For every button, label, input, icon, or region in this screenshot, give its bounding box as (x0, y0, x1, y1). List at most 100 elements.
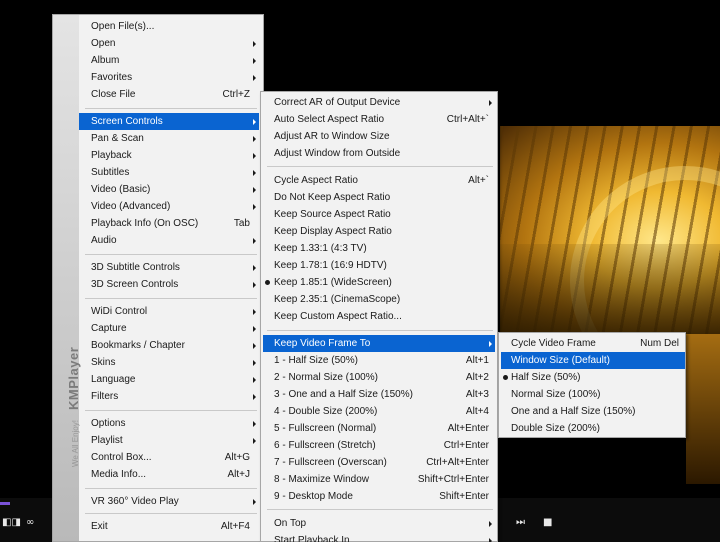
menu-item-playback-info-on-osc[interactable]: Playback Info (On OSC) Tab (79, 215, 259, 232)
menu-item-normal-size-100[interactable]: Normal Size (100%) (501, 386, 685, 403)
menu-item-6-fullscreen-stretch[interactable]: 6 - Fullscreen (Stretch) Ctrl+Enter (263, 437, 495, 454)
menu-item-3d-screen-controls[interactable]: 3D Screen Controls (79, 276, 259, 293)
menu-item-vr-360-video-play[interactable]: VR 360° Video Play (79, 493, 259, 510)
menu-item-close-file[interactable]: Close File Ctrl+Z (79, 86, 259, 103)
menu-item-shortcut: Alt+3 (465, 389, 489, 400)
menu-item-media-info[interactable]: Media Info... Alt+J (79, 466, 259, 483)
menu-item-open[interactable]: Open (79, 35, 259, 52)
menu-item-window-size-default[interactable]: Window Size (Default) (501, 352, 685, 369)
menu-item-label: 7 - Fullscreen (Overscan) (274, 457, 387, 468)
menu-item-subtitles[interactable]: Subtitles (79, 164, 259, 181)
menu-item-control-box[interactable]: Control Box... Alt+G (79, 449, 259, 466)
menu-item-shortcut: Alt+4 (465, 406, 489, 417)
menu-item-label: Open (91, 38, 116, 49)
submenu-arrow-icon (253, 119, 256, 125)
menu-item-keep-custom-aspect-ratio[interactable]: Keep Custom Aspect Ratio... (263, 308, 495, 325)
menu-item-5-fullscreen-normal[interactable]: 5 - Fullscreen (Normal) Alt+Enter (263, 420, 495, 437)
menu-item-exit[interactable]: Exit Alt+F4 (79, 518, 259, 535)
menu-item-8-maximize-window[interactable]: 8 - Maximize Window Shift+Ctrl+Enter (263, 471, 495, 488)
menu-item-video-basic[interactable]: Video (Basic) (79, 181, 259, 198)
menu-item-keep-2-35-1-cinemascope[interactable]: Keep 2.35:1 (CinemaScope) (263, 291, 495, 308)
stereo-mode-icon[interactable]: ◧◨ (2, 517, 21, 529)
radio-bullet-icon (503, 375, 508, 380)
menu-item-label: Control Box... (91, 452, 152, 463)
menu-item-label: 3D Subtitle Controls (91, 262, 180, 273)
menu-item-keep-video-frame-to[interactable]: Keep Video Frame To (263, 335, 495, 352)
menu-item-keep-1-33-1-4-3-tv[interactable]: Keep 1.33:1 (4:3 TV) (263, 240, 495, 257)
menu-item-keep-1-78-1-16-9-hdtv[interactable]: Keep 1.78:1 (16:9 HDTV) (263, 257, 495, 274)
menu-item-playback[interactable]: Playback (79, 147, 259, 164)
screen-controls-submenu: Correct AR of Output Device Auto Select A… (260, 91, 498, 542)
menu-item-video-advanced[interactable]: Video (Advanced) (79, 198, 259, 215)
menu-item-screen-controls[interactable]: Screen Controls (79, 113, 259, 130)
menu-item-cycle-video-frame[interactable]: Cycle Video Frame Num Del (501, 335, 685, 352)
menu-item-1-half-size-50[interactable]: 1 - Half Size (50%) Alt+1 (263, 352, 495, 369)
menu-item-adjust-window-from-outside[interactable]: Adjust Window from Outside (263, 145, 495, 162)
menu-item-open-file-s[interactable]: Open File(s)... (79, 18, 259, 35)
menu-item-label: Favorites (91, 72, 133, 83)
menu-item-audio[interactable]: Audio (79, 232, 259, 249)
menu-item-correct-ar-of-output-device[interactable]: Correct AR of Output Device (263, 94, 495, 111)
menu-item-half-size-50[interactable]: Half Size (50%) (501, 369, 685, 386)
menu-item-playlist[interactable]: Playlist (79, 432, 259, 449)
menu-item-shortcut: Alt+F4 (220, 521, 250, 532)
submenu-arrow-icon (253, 394, 256, 400)
menu-item-options[interactable]: Options (79, 415, 259, 432)
menu-item-album[interactable]: Album (79, 52, 259, 69)
menu-item-2-normal-size-100[interactable]: 2 - Normal Size (100%) Alt+2 (263, 369, 495, 386)
submenu-arrow-icon (489, 521, 492, 527)
menu-item-keep-source-aspect-ratio[interactable]: Keep Source Aspect Ratio (263, 206, 495, 223)
menu-item-auto-select-aspect-ratio[interactable]: Auto Select Aspect Ratio Ctrl+Alt+` (263, 111, 495, 128)
menu-item-label: Adjust Window from Outside (274, 148, 401, 159)
menu-separator (267, 166, 493, 167)
submenu-arrow-icon (253, 238, 256, 244)
menu-item-label: Bookmarks / Chapter (91, 340, 185, 351)
menu-item-skins[interactable]: Skins (79, 354, 259, 371)
menu-item-widi-control[interactable]: WiDi Control (79, 303, 259, 320)
video-scene-floor (500, 244, 720, 334)
submenu-arrow-icon (253, 265, 256, 271)
menu-item-label: Language (91, 374, 136, 385)
menu-item-3-one-and-a-half-size-150[interactable]: 3 - One and a Half Size (150%) Alt+3 (263, 386, 495, 403)
menu-item-label: Cycle Aspect Ratio (274, 175, 358, 186)
submenu-arrow-icon (489, 538, 492, 542)
menu-item-cycle-aspect-ratio[interactable]: Cycle Aspect Ratio Alt+` (263, 172, 495, 189)
submenu-arrow-icon (253, 187, 256, 193)
menu-item-language[interactable]: Language (79, 371, 259, 388)
menu-item-bookmarks-chapter[interactable]: Bookmarks / Chapter (79, 337, 259, 354)
menu-item-label: Exit (91, 521, 108, 532)
menu-item-double-size-200[interactable]: Double Size (200%) (501, 420, 685, 437)
stop-icon[interactable]: ■ (543, 517, 552, 529)
menu-item-do-not-keep-aspect-ratio[interactable]: Do Not Keep Aspect Ratio (263, 189, 495, 206)
submenu-arrow-icon (253, 326, 256, 332)
menu-item-shortcut: Ctrl+Alt+Enter (426, 457, 489, 468)
menu-item-3d-subtitle-controls[interactable]: 3D Subtitle Controls (79, 259, 259, 276)
menu-item-9-desktop-mode[interactable]: 9 - Desktop Mode Shift+Enter (263, 488, 495, 505)
submenu-arrow-icon (253, 153, 256, 159)
submenu-arrow-icon (253, 343, 256, 349)
loop-icon[interactable]: ∞ (26, 517, 34, 529)
menu-item-on-top[interactable]: On Top (263, 515, 495, 532)
menu-item-pan-scan[interactable]: Pan & Scan (79, 130, 259, 147)
next-icon[interactable]: ⏭ (516, 517, 525, 529)
menu-item-4-double-size-200[interactable]: 4 - Double Size (200%) Alt+4 (263, 403, 495, 420)
menu-item-label: Normal Size (100%) (511, 389, 601, 400)
menu-item-capture[interactable]: Capture (79, 320, 259, 337)
menu-item-start-playback-in[interactable]: Start Playback In (263, 532, 495, 542)
submenu-arrow-icon (253, 360, 256, 366)
menu-item-7-fullscreen-overscan[interactable]: 7 - Fullscreen (Overscan) Ctrl+Alt+Enter (263, 454, 495, 471)
menu-item-one-and-a-half-size-150[interactable]: One and a Half Size (150%) (501, 403, 685, 420)
menu-item-label: Video (Advanced) (91, 201, 171, 212)
seek-bar[interactable] (0, 502, 10, 505)
menu-item-label: Start Playback In (274, 535, 350, 542)
menu-item-keep-1-85-1-widescreen[interactable]: Keep 1.85:1 (WideScreen) (263, 274, 495, 291)
menu-separator (85, 410, 257, 411)
menu-item-label: Correct AR of Output Device (274, 97, 401, 108)
submenu-arrow-icon (489, 100, 492, 106)
menu-item-label: 6 - Fullscreen (Stretch) (274, 440, 376, 451)
menu-item-keep-display-aspect-ratio[interactable]: Keep Display Aspect Ratio (263, 223, 495, 240)
menu-item-filters[interactable]: Filters (79, 388, 259, 405)
menu-item-favorites[interactable]: Favorites (79, 69, 259, 86)
menu-item-adjust-ar-to-window-size[interactable]: Adjust AR to Window Size (263, 128, 495, 145)
submenu-arrow-icon (253, 204, 256, 210)
